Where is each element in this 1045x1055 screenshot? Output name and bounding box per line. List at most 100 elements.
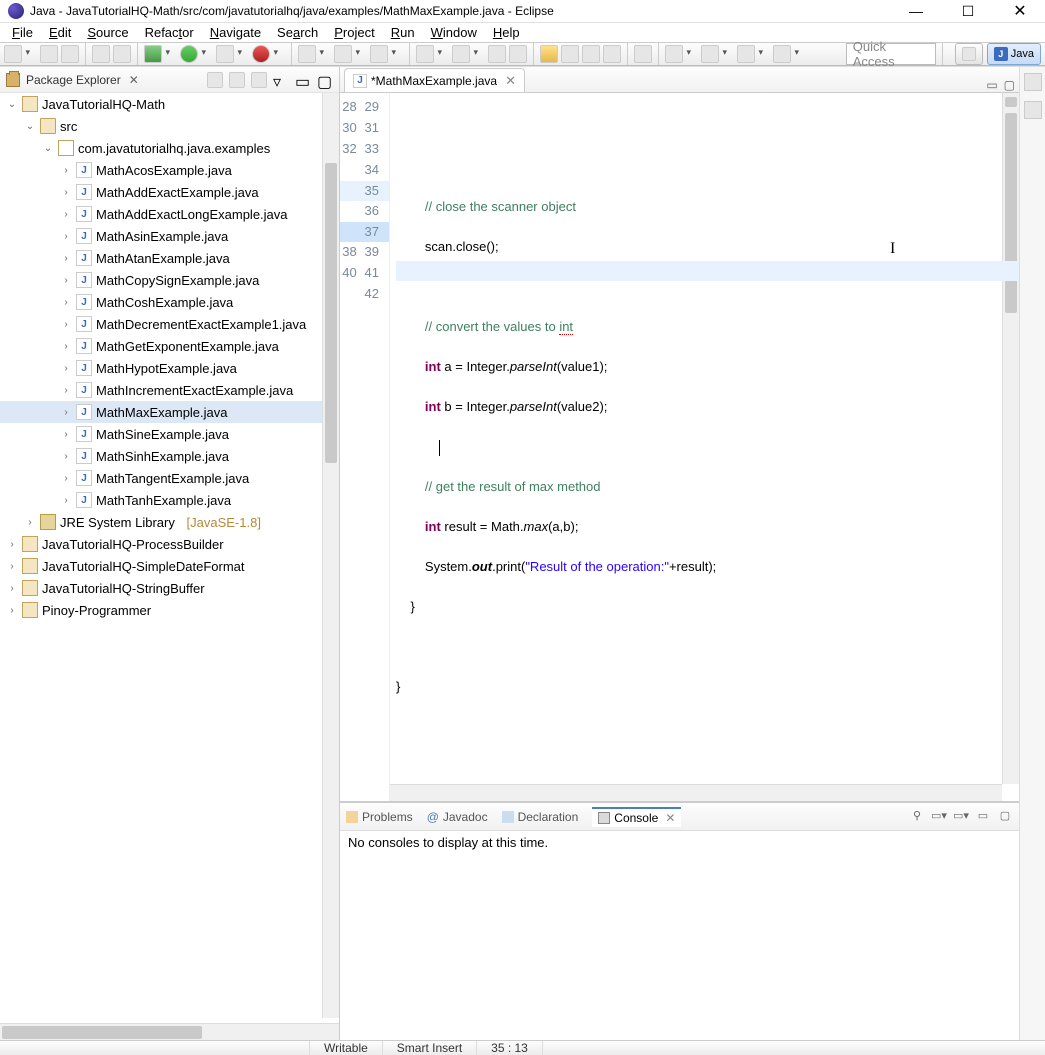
project-node[interactable]: ›JavaTutorialHQ-ProcessBuilder: [0, 533, 339, 555]
file-node[interactable]: ›MathCoshExample.java: [0, 291, 339, 313]
problems-tab[interactable]: Problems: [346, 810, 413, 824]
file-node[interactable]: ›MathTangentExample.java: [0, 467, 339, 489]
outline-view-icon[interactable]: [1024, 73, 1042, 91]
menu-window[interactable]: Window: [425, 23, 483, 42]
maximize-editor-icon[interactable]: ▢: [1004, 78, 1015, 92]
project-node[interactable]: ›JavaTutorialHQ-StringBuffer: [0, 577, 339, 599]
java-perspective-button[interactable]: JJava: [987, 43, 1041, 65]
declaration-tab[interactable]: Declaration: [502, 810, 579, 824]
menu-help[interactable]: Help: [487, 23, 526, 42]
toolbar-button[interactable]: [488, 45, 506, 63]
view-close-icon[interactable]: ✕: [129, 73, 139, 87]
menu-refactor[interactable]: Refactor: [139, 23, 200, 42]
link-editor-icon[interactable]: [229, 72, 245, 88]
file-node[interactable]: ›MathCopySignExample.java: [0, 269, 339, 291]
file-node[interactable]: ›MathDecrementExactExample1.java: [0, 313, 339, 335]
display-console-icon[interactable]: ▭▾: [931, 809, 947, 825]
editor-tab[interactable]: *MathMaxExample.java ✕: [344, 68, 525, 92]
menu-project[interactable]: Project: [328, 23, 380, 42]
menu-edit[interactable]: Edit: [43, 23, 77, 42]
close-button[interactable]: ✕: [1003, 0, 1037, 22]
open-console-icon[interactable]: ▭▾: [953, 809, 969, 825]
toolbar-button[interactable]: [509, 45, 527, 63]
open-perspective-button[interactable]: [955, 43, 983, 65]
focus-icon[interactable]: [251, 72, 267, 88]
file-node[interactable]: ›MathAtanExample.java: [0, 247, 339, 269]
package-node[interactable]: ⌄com.javatutorialhq.java.examples: [0, 137, 339, 159]
menu-file[interactable]: File: [6, 23, 39, 42]
src-folder-node[interactable]: ⌄src: [0, 115, 339, 137]
project-node[interactable]: ⌄JavaTutorialHQ-Math: [0, 93, 339, 115]
open-type-button[interactable]: [416, 45, 434, 63]
coverage-button[interactable]: [216, 45, 234, 63]
pin-button[interactable]: [634, 45, 652, 63]
file-label: MathGetExponentExample.java: [96, 339, 279, 354]
minimize-view-icon[interactable]: ▭: [975, 809, 991, 825]
file-node-selected[interactable]: ›MathMaxExample.java: [0, 401, 339, 423]
toolbar-button[interactable]: [113, 45, 131, 63]
new-type-button[interactable]: [370, 45, 388, 63]
file-node[interactable]: ›MathAddExactLongExample.java: [0, 203, 339, 225]
debug-button[interactable]: [144, 45, 162, 63]
menu-run[interactable]: Run: [385, 23, 421, 42]
package-explorer-tree[interactable]: ⌄JavaTutorialHQ-Math ⌄src ⌄com.javatutor…: [0, 93, 339, 1023]
file-node[interactable]: ›MathTanhExample.java: [0, 489, 339, 511]
run-button[interactable]: [180, 45, 198, 63]
save-button[interactable]: [40, 45, 58, 63]
toolbar-button[interactable]: [582, 45, 600, 63]
file-node[interactable]: ›MathAddExactExample.java: [0, 181, 339, 203]
toolbar-button[interactable]: [773, 45, 791, 63]
editor-tab-close-icon[interactable]: ✕: [505, 73, 516, 89]
file-node[interactable]: ›MathHypotExample.java: [0, 357, 339, 379]
maximize-button[interactable]: ☐: [951, 0, 985, 22]
file-node[interactable]: ›MathIncrementExactExample.java: [0, 379, 339, 401]
tree-vertical-scrollbar[interactable]: [322, 93, 339, 1018]
maximize-view-icon[interactable]: ▢: [997, 809, 1013, 825]
minimize-editor-icon[interactable]: ▭: [986, 78, 997, 92]
jre-library-node[interactable]: ›JRE System Library [JavaSE-1.8]: [0, 511, 339, 533]
file-label: MathHypotExample.java: [96, 361, 237, 376]
file-node[interactable]: ›MathSineExample.java: [0, 423, 339, 445]
menu-search[interactable]: Search: [271, 23, 324, 42]
file-node[interactable]: ›MathSinhExample.java: [0, 445, 339, 467]
file-node[interactable]: ›MathAcosExample.java: [0, 159, 339, 181]
menu-source[interactable]: Source: [81, 23, 134, 42]
project-node[interactable]: ›Pinoy-Programmer: [0, 599, 339, 621]
search-button[interactable]: [452, 45, 470, 63]
package-explorer-title: Package Explorer: [26, 73, 121, 87]
collapse-all-icon[interactable]: [207, 72, 223, 88]
toggle-mark-button[interactable]: [540, 45, 558, 63]
quick-access-input[interactable]: Quick Access: [846, 43, 936, 65]
eclipse-icon: [8, 3, 24, 19]
javadoc-tab[interactable]: @Javadoc: [427, 810, 488, 824]
toolbar-button[interactable]: [603, 45, 621, 63]
console-tab-close-icon[interactable]: ✕: [665, 811, 675, 825]
file-node[interactable]: ›MathAsinExample.java: [0, 225, 339, 247]
forward-button[interactable]: [701, 45, 719, 63]
code-content[interactable]: // close the scanner object scan.close()…: [390, 93, 1019, 801]
toolbar-button[interactable]: [561, 45, 579, 63]
console-tab[interactable]: Console✕: [592, 807, 681, 827]
minimize-view-icon[interactable]: ▭: [295, 72, 311, 88]
code-editor[interactable]: 28 29 30 31 32 33 34 35 36 37 38 39 40 4…: [340, 93, 1019, 802]
task-list-icon[interactable]: [1024, 101, 1042, 119]
library-icon: [40, 514, 56, 530]
file-node[interactable]: ›MathGetExponentExample.java: [0, 335, 339, 357]
new-button[interactable]: [4, 45, 22, 63]
project-node[interactable]: ›JavaTutorialHQ-SimpleDateFormat: [0, 555, 339, 577]
maximize-view-icon[interactable]: ▢: [317, 72, 333, 88]
tree-horizontal-scrollbar[interactable]: [0, 1023, 339, 1040]
save-all-button[interactable]: [61, 45, 79, 63]
pin-console-icon[interactable]: ⚲: [909, 809, 925, 825]
new-package-button[interactable]: [298, 45, 316, 63]
new-class-button[interactable]: [334, 45, 352, 63]
console-message: No consoles to display at this time.: [348, 835, 548, 850]
toolbar-button[interactable]: [737, 45, 755, 63]
view-menu-icon[interactable]: ▿: [273, 72, 289, 88]
editor-horizontal-scrollbar[interactable]: [390, 784, 1002, 801]
toolbar-button[interactable]: [92, 45, 110, 63]
menu-navigate[interactable]: Navigate: [204, 23, 267, 42]
external-tools-button[interactable]: [252, 45, 270, 63]
minimize-button[interactable]: —: [899, 0, 933, 22]
back-button[interactable]: [665, 45, 683, 63]
